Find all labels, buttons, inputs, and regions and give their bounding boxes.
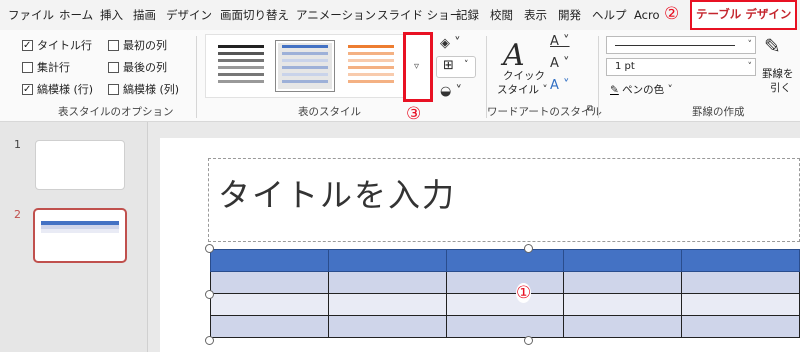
dialog-launcher-icon[interactable]: ⧉ [587, 104, 593, 114]
tab-slideshow[interactable]: スライド ショー [377, 0, 461, 30]
pen-weight-select[interactable]: 1 pt ˅ [606, 58, 756, 76]
table-style-more-button[interactable]: ▿ [403, 32, 433, 102]
effects-icon[interactable]: ◒ ˅ [440, 84, 462, 99]
table-row [210, 271, 800, 294]
style-swatch-plain[interactable] [214, 43, 268, 89]
quick-style-label-1: クイック [503, 70, 545, 82]
tab-record[interactable]: 記録 [456, 0, 479, 30]
slide-table[interactable] [210, 249, 800, 338]
group-label-style-options: 表スタイルのオプション [58, 106, 174, 118]
draw-table-label-1: 罫線を [762, 68, 794, 80]
first-column-option[interactable]: 最初の列 [108, 36, 167, 54]
marker-2: ② [664, 4, 680, 24]
group-label-draw-borders: 罫線の作成 [692, 106, 745, 118]
tab-insert[interactable]: 挿入 [100, 0, 123, 30]
checkbox[interactable] [108, 61, 119, 73]
group-label-wordart: ワードアートのスタイル [487, 106, 602, 118]
tab-developer[interactable]: 開発 [558, 0, 581, 30]
group-label-table-styles: 表のスタイル [298, 106, 361, 118]
tab-table-design[interactable]: テーブル デザイン [690, 0, 798, 30]
tab-design[interactable]: デザイン [166, 0, 212, 30]
slide-thumbnail-1[interactable] [35, 140, 125, 190]
banded-rows-option[interactable]: 縞模様 (行) [22, 80, 93, 98]
total-row-option[interactable]: 集計行 [22, 58, 70, 76]
pen-style-select[interactable]: ˅ [606, 36, 756, 54]
pen-color-icon: ✎ [610, 84, 619, 96]
draw-table-label-2: 引く [770, 82, 791, 94]
text-fill-icon[interactable]: A ˅ [550, 34, 570, 49]
checkbox-checked[interactable] [22, 83, 33, 95]
text-outline-icon[interactable]: A ˅ [550, 56, 570, 71]
borders-dropdown[interactable]: ⊞ ˅ [436, 56, 476, 78]
slide-thumbnails-pane: 1 2 [0, 122, 148, 352]
tab-draw[interactable]: 描画 [133, 0, 156, 30]
slide-thumbnail-2-selected[interactable] [33, 208, 127, 263]
tab-review[interactable]: 校閲 [490, 0, 513, 30]
quick-style-label-2[interactable]: スタイル ˅ [497, 82, 548, 97]
shading-bucket-icon[interactable]: ◈ ˅ [440, 36, 461, 51]
table-style-gallery [205, 34, 433, 98]
table-row [210, 293, 800, 316]
tab-acrobat[interactable]: Acro [634, 0, 660, 30]
tab-file[interactable]: ファイル [8, 0, 54, 30]
marker-3: ③ [406, 104, 422, 124]
header-row-option[interactable]: タイトル行 [22, 36, 92, 54]
resize-handle[interactable] [205, 336, 214, 345]
resize-handle[interactable] [524, 336, 533, 345]
resize-handle[interactable] [205, 244, 214, 253]
marker-1: ① [516, 283, 532, 303]
divider [196, 36, 197, 118]
text-effects-icon[interactable]: A ˅ [550, 78, 570, 93]
checkbox[interactable] [108, 39, 119, 51]
tab-help[interactable]: ヘルプ [592, 0, 627, 30]
pen-color-button[interactable]: ✎ ペンの色 ˅ [610, 82, 673, 97]
title-placeholder-text[interactable]: タイトルを入力 [218, 170, 456, 216]
style-swatch-orange[interactable] [344, 43, 398, 89]
tab-transitions[interactable]: 画面切り替え [220, 0, 289, 30]
checkbox[interactable] [22, 61, 33, 73]
last-column-option[interactable]: 最後の列 [108, 58, 167, 76]
checkbox-checked[interactable] [22, 39, 33, 51]
divider [598, 36, 599, 118]
slide-number: 1 [14, 138, 21, 151]
resize-handle[interactable] [524, 244, 533, 253]
style-swatch-blue-selected[interactable] [275, 40, 335, 92]
ribbon: タイトル行 最初の列 集計行 最後の列 縞模様 (行) 縞模様 (列) 表スタイ… [0, 30, 800, 124]
table-row [210, 249, 800, 272]
slide-number: 2 [14, 208, 21, 221]
tab-animations[interactable]: アニメーション [296, 0, 376, 30]
ribbon-tab-bar: ファイル ホーム 挿入 描画 デザイン 画面切り替え アニメーション スライド … [0, 0, 800, 30]
checkbox[interactable] [108, 83, 119, 95]
tab-home[interactable]: ホーム [59, 0, 93, 30]
tab-view[interactable]: 表示 [524, 0, 547, 30]
resize-handle[interactable] [205, 290, 214, 299]
banded-columns-option[interactable]: 縞模様 (列) [108, 80, 179, 98]
more-arrow-icon: ▿ [414, 61, 420, 72]
draw-table-icon[interactable]: ✎ [764, 34, 781, 58]
table-row [210, 315, 800, 338]
